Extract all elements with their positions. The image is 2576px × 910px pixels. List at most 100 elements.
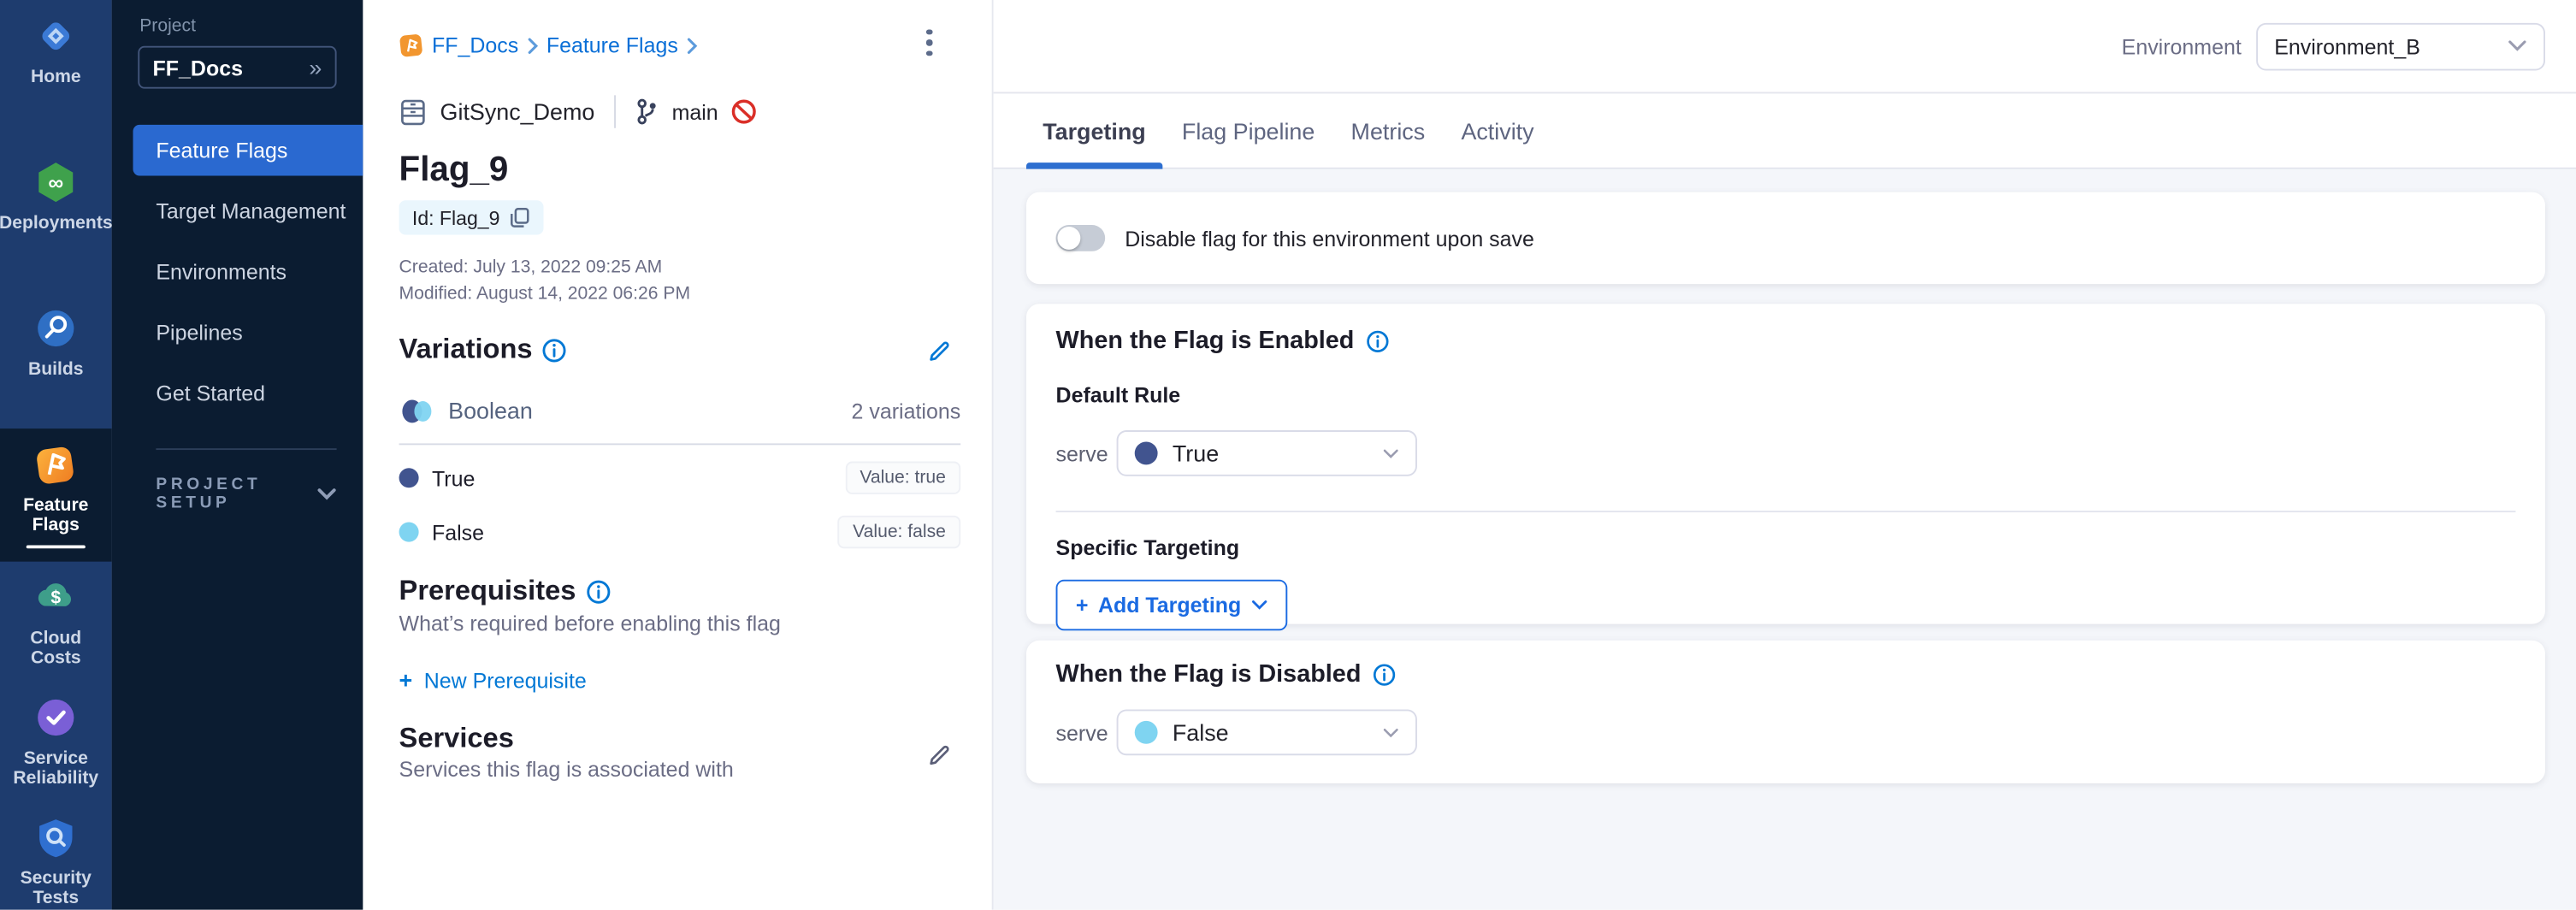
variation-color-dot (1135, 721, 1158, 744)
edit-services-button[interactable] (921, 737, 957, 773)
sidebar-item-get-started[interactable]: Get Started (112, 368, 363, 419)
plus-icon: + (1076, 593, 1089, 618)
default-rule-variation-select[interactable]: True (1117, 430, 1417, 476)
copy-icon[interactable] (510, 207, 531, 228)
module-rail: Home ∞ Deployments Builds Feature Flags (0, 0, 112, 910)
sidebar-item-feature-flags[interactable]: Feature Flags (133, 125, 363, 176)
project-sidebar: Project FF_Docs » Feature Flags Target M… (112, 0, 363, 910)
rail-item-label: Service Reliability (3, 749, 109, 789)
project-label: Project (139, 16, 363, 36)
tab-label: Activity (1461, 117, 1533, 144)
rail-item-cloud-costs[interactable]: $ Cloud Costs (0, 562, 112, 682)
flag-id-chip[interactable]: Id: Flag_9 (399, 200, 545, 234)
variation-value-chip: Value: true (845, 462, 960, 494)
environment-selected-value: Environment_B (2274, 33, 2508, 58)
new-prerequisite-button[interactable]: + New Prerequisite (399, 667, 587, 694)
rail-item-security-tests[interactable]: Security Tests (0, 801, 112, 910)
tab-activity[interactable]: Activity (1445, 92, 1551, 168)
cloud-costs-icon: $ (31, 573, 80, 623)
feature-flags-small-icon (399, 32, 424, 57)
breadcrumb: FF_Docs Feature Flags (399, 32, 698, 57)
rail-item-label: Home (31, 68, 81, 87)
edit-variations-button[interactable] (921, 334, 957, 369)
project-selector[interactable]: FF_Docs » (138, 46, 336, 89)
rail-item-deployments[interactable]: ∞ Deployments (0, 146, 112, 246)
chevron-right-icon (686, 37, 697, 53)
variations-header: Variations (399, 334, 567, 366)
chevron-down-icon (1251, 600, 1267, 611)
variation-color-dot (399, 468, 419, 488)
selected-variation: False (1173, 719, 1368, 746)
git-branch-name: main (672, 99, 718, 124)
prerequisites-header: Prerequisites (399, 575, 611, 607)
new-prerequisite-label: New Prerequisite (424, 667, 587, 692)
serve-label: serve (1056, 441, 1117, 466)
prerequisites-heading: Prerequisites (399, 575, 576, 607)
tab-metrics[interactable]: Metrics (1334, 92, 1441, 168)
flag-tabs: Targeting Flag Pipeline Metrics Activity (994, 93, 2576, 168)
default-rule-label: Default Rule (1056, 382, 2516, 407)
info-icon[interactable] (1373, 663, 1396, 686)
disable-flag-card: Disable flag for this environment upon s… (1026, 192, 2545, 285)
breadcrumb-project-link[interactable]: FF_Docs (432, 32, 518, 57)
add-targeting-label: Add Targeting (1098, 593, 1241, 618)
rail-item-label: Feature Flags (3, 496, 109, 535)
specific-targeting-label: Specific Targeting (1056, 535, 2516, 560)
flag-disabled-header: When the Flag is Disabled (1056, 660, 2516, 688)
rail-item-label: Cloud Costs (3, 629, 109, 668)
sidebar-item-target-management[interactable]: Target Management (112, 186, 363, 237)
breadcrumb-section-link[interactable]: Feature Flags (547, 32, 678, 57)
flag-title: Flag_9 (399, 151, 509, 191)
disable-flag-toggle[interactable] (1056, 225, 1106, 251)
project-name: FF_Docs (153, 55, 310, 80)
rail-item-home[interactable]: Home (0, 0, 112, 100)
variation-row-false: False Value: false (399, 516, 961, 548)
info-icon[interactable] (1366, 329, 1389, 352)
edit-pencil-icon (926, 742, 953, 769)
variation-name: True (432, 465, 832, 490)
rail-item-service-reliability[interactable]: Service Reliability (0, 682, 112, 801)
vertical-divider (614, 95, 616, 127)
flag-options-menu-button[interactable] (912, 21, 948, 64)
variation-color-dot (1135, 441, 1158, 464)
variation-name: False (432, 520, 825, 545)
rail-item-feature-flags[interactable]: Feature Flags (0, 428, 112, 562)
disable-flag-label: Disable flag for this environment upon s… (1125, 226, 1534, 251)
rail-item-label: Deployments (0, 214, 113, 233)
flag-id-text: Id: Flag_9 (412, 206, 499, 229)
edit-pencil-icon (926, 339, 953, 365)
disabled-variation-select[interactable]: False (1117, 709, 1417, 755)
flag-enabled-heading: When the Flag is Enabled (1056, 327, 1355, 355)
environment-select[interactable]: Environment_B (2256, 22, 2545, 70)
info-icon[interactable] (586, 579, 611, 604)
add-targeting-button[interactable]: + Add Targeting (1056, 580, 1288, 631)
chevron-down-icon (1383, 727, 1399, 738)
security-tests-icon (31, 812, 80, 862)
home-icon (31, 11, 80, 61)
project-setup-section[interactable]: PROJECT SETUP (156, 476, 336, 512)
sidebar-item-pipelines[interactable]: Pipelines (112, 307, 363, 358)
chevron-down-icon (1383, 447, 1399, 458)
tab-label: Metrics (1351, 117, 1426, 144)
flag-detail-panel: FF_Docs Feature Flags GitSync_Demo main … (363, 0, 993, 910)
prerequisites-subtitle: What’s required before enabling this fla… (399, 611, 781, 635)
plus-icon: + (399, 667, 413, 694)
sidebar-item-environments[interactable]: Environments (112, 246, 363, 298)
toggle-knob (1057, 227, 1080, 250)
divider (399, 443, 961, 445)
tab-label: Flag Pipeline (1182, 117, 1315, 144)
service-reliability-icon (31, 693, 80, 742)
git-repo-name: GitSync_Demo (440, 98, 595, 125)
services-heading: Services (399, 723, 514, 755)
rail-item-builds[interactable]: Builds (0, 292, 112, 393)
flag-enabled-header: When the Flag is Enabled (1056, 327, 2516, 355)
environment-bar: Environment Environment_B (994, 0, 2576, 93)
variation-type-label: Boolean (448, 398, 838, 424)
flag-enabled-card: When the Flag is Enabled Default Rule se… (1026, 304, 2545, 623)
tab-targeting[interactable]: Targeting (1026, 92, 1162, 168)
info-icon[interactable] (542, 338, 567, 363)
divider (1056, 511, 2516, 512)
tab-flag-pipeline[interactable]: Flag Pipeline (1166, 92, 1332, 168)
sidebar-divider (156, 448, 336, 450)
targeting-content: Disable flag for this environment upon s… (994, 169, 2576, 910)
